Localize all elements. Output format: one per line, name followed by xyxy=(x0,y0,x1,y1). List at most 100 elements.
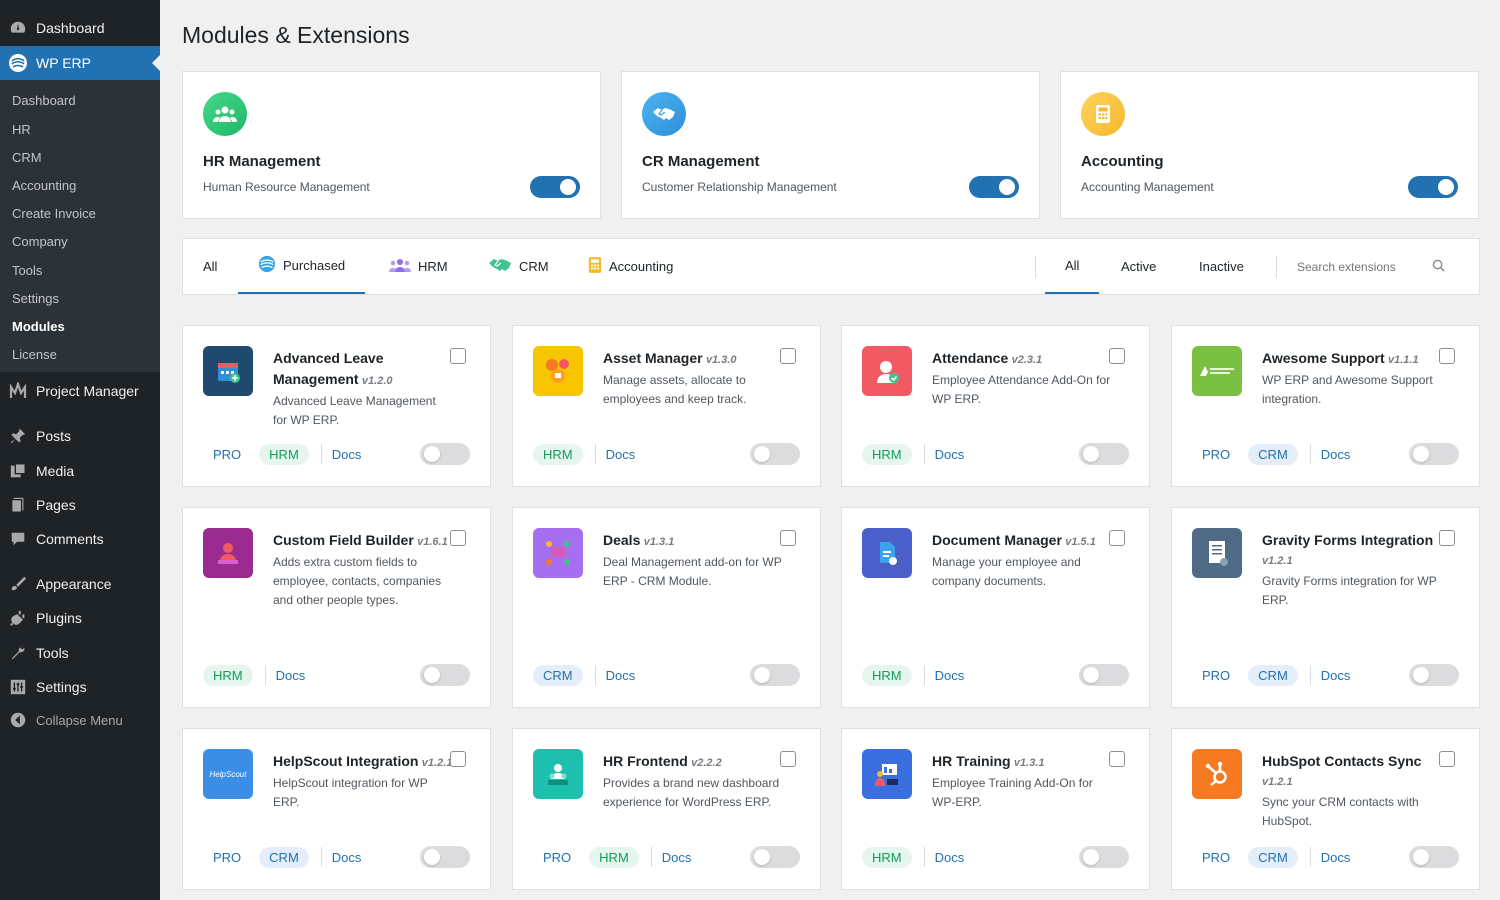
submenu-item-tools[interactable]: Tools xyxy=(12,263,42,278)
filter-tab-all[interactable]: All xyxy=(203,239,217,294)
extension-checkbox[interactable] xyxy=(450,751,466,767)
extension-checkbox[interactable] xyxy=(1439,348,1455,364)
extension-toggle[interactable] xyxy=(1079,846,1129,868)
docs-link[interactable]: Docs xyxy=(1321,850,1351,865)
submenu-item-license[interactable]: License xyxy=(12,347,57,362)
submenu-item-modules[interactable]: Modules xyxy=(12,319,65,334)
filter-tab-hrm[interactable]: HRM xyxy=(389,239,448,294)
menu-plugins[interactable]: Plugins xyxy=(0,601,160,635)
extension-checkbox[interactable] xyxy=(1439,751,1455,767)
extension-checkbox[interactable] xyxy=(780,348,796,364)
divider xyxy=(1276,256,1277,278)
docs-link[interactable]: Docs xyxy=(935,850,965,865)
helpscout-logo-text: HelpScout xyxy=(209,769,247,779)
extension-name: HR Training xyxy=(932,753,1011,769)
menu-settings[interactable]: Settings xyxy=(0,670,160,704)
extension-toggle[interactable] xyxy=(420,664,470,686)
extension-checkbox[interactable] xyxy=(450,348,466,364)
menu-project-manager[interactable]: Project Manager xyxy=(0,374,160,408)
extension-version: v1.3.1 xyxy=(643,536,675,548)
filter-tab-purchased[interactable]: Purchased xyxy=(238,239,366,294)
extension-toggle[interactable] xyxy=(1079,664,1129,686)
hr-frontend-icon xyxy=(533,749,583,799)
extension-toggle[interactable] xyxy=(1409,443,1459,465)
extension-toggle[interactable] xyxy=(1409,846,1459,868)
menu-label: Tools xyxy=(36,645,69,661)
submenu-item-dashboard[interactable]: Dashboard xyxy=(12,93,76,108)
menu-tools[interactable]: Tools xyxy=(0,636,160,670)
menu-media[interactable]: Media xyxy=(0,454,160,488)
extension-toggle[interactable] xyxy=(420,443,470,465)
menu-comments[interactable]: Comments xyxy=(0,522,160,556)
filter-tab-crm[interactable]: CRM xyxy=(488,239,549,294)
extension-checkbox[interactable] xyxy=(1109,348,1125,364)
status-tab-active[interactable]: Active xyxy=(1121,239,1156,294)
extension-card: HubSpot Contacts Sync v1.2.1 Sync your CR… xyxy=(1171,728,1480,890)
extension-version: v1.3.1 xyxy=(1013,757,1045,769)
docs-link[interactable]: Docs xyxy=(606,447,636,462)
search-icon[interactable] xyxy=(1432,259,1445,275)
extension-checkbox[interactable] xyxy=(1109,530,1125,546)
extension-description: Adds extra custom fields to employee, co… xyxy=(273,555,442,607)
menu-appearance[interactable]: Appearance xyxy=(0,567,160,601)
deals-icon xyxy=(533,528,583,578)
submenu-item-crm[interactable]: CRM xyxy=(12,150,42,165)
submenu-item-create-invoice[interactable]: Create Invoice xyxy=(12,206,96,221)
extension-checkbox[interactable] xyxy=(780,530,796,546)
menu-dashboard[interactable]: Dashboard xyxy=(0,11,160,45)
extension-description: HelpScout integration for WP ERP. xyxy=(273,776,428,809)
pro-label: PRO xyxy=(543,849,572,865)
extension-checkbox[interactable] xyxy=(1439,530,1455,546)
toggle-knob xyxy=(424,446,440,462)
extension-toggle[interactable] xyxy=(1409,664,1459,686)
status-tab-all[interactable]: All xyxy=(1045,239,1100,294)
docs-link[interactable]: Docs xyxy=(332,850,362,865)
extension-toggle[interactable] xyxy=(420,846,470,868)
search-input[interactable] xyxy=(1297,259,1432,274)
docs-link[interactable]: Docs xyxy=(935,447,965,462)
filter-bar: All Purchased HRM CRM Accounting All Act… xyxy=(182,238,1480,295)
accounting-module-toggle[interactable] xyxy=(1408,176,1458,198)
extension-toggle[interactable] xyxy=(750,664,800,686)
menu-posts[interactable]: Posts xyxy=(0,419,160,453)
status-tab-inactive[interactable]: Inactive xyxy=(1199,239,1244,294)
extension-description: Manage your employee and company documen… xyxy=(932,555,1081,588)
menu-label: Collapse Menu xyxy=(36,712,123,728)
docs-link[interactable]: Docs xyxy=(662,850,692,865)
menu-wp-erp[interactable]: WP ERP xyxy=(0,46,160,80)
awesome-support-icon xyxy=(1192,346,1242,396)
filter-tab-accounting[interactable]: Accounting xyxy=(588,239,673,294)
hr-module-toggle[interactable] xyxy=(530,176,580,198)
docs-link[interactable]: Docs xyxy=(1321,447,1351,462)
crm-module-toggle[interactable] xyxy=(969,176,1019,198)
extension-card: HR Training v1.3.1 Employee Training Add-… xyxy=(841,728,1150,890)
extension-checkbox[interactable] xyxy=(450,530,466,546)
docs-link[interactable]: Docs xyxy=(332,447,362,462)
docs-link[interactable]: Docs xyxy=(276,668,306,683)
module-card-crm: CR Management Customer Relationship Mana… xyxy=(621,71,1040,219)
extension-card: HelpScout HelpScout Integration v1.2.1 He… xyxy=(182,728,491,890)
document-icon xyxy=(862,528,912,578)
toggle-knob xyxy=(1413,667,1429,683)
people-icon xyxy=(389,258,411,275)
extension-toggle[interactable] xyxy=(750,846,800,868)
extension-name: Attendance xyxy=(932,350,1009,366)
menu-pages[interactable]: Pages xyxy=(0,488,160,522)
docs-link[interactable]: Docs xyxy=(935,668,965,683)
submenu-item-accounting[interactable]: Accounting xyxy=(12,178,76,193)
submenu-item-settings[interactable]: Settings xyxy=(12,291,59,306)
submenu-item-hr[interactable]: HR xyxy=(12,122,31,137)
docs-link[interactable]: Docs xyxy=(606,668,636,683)
submenu-item-company[interactable]: Company xyxy=(12,234,68,249)
extension-toggle[interactable] xyxy=(1079,443,1129,465)
docs-link[interactable]: Docs xyxy=(1321,668,1351,683)
extension-checkbox[interactable] xyxy=(1109,751,1125,767)
module-card-hr: HR Management Human Resource Management xyxy=(182,71,601,219)
status-label: All xyxy=(1065,258,1080,273)
pro-label: PRO xyxy=(1202,446,1231,462)
extension-toggle[interactable] xyxy=(750,443,800,465)
extension-checkbox[interactable] xyxy=(780,751,796,767)
collapse-menu-button[interactable]: Collapse Menu xyxy=(0,703,160,737)
extension-description: Employee Attendance Add-On for WP ERP. xyxy=(932,373,1111,406)
brush-icon xyxy=(0,575,36,593)
